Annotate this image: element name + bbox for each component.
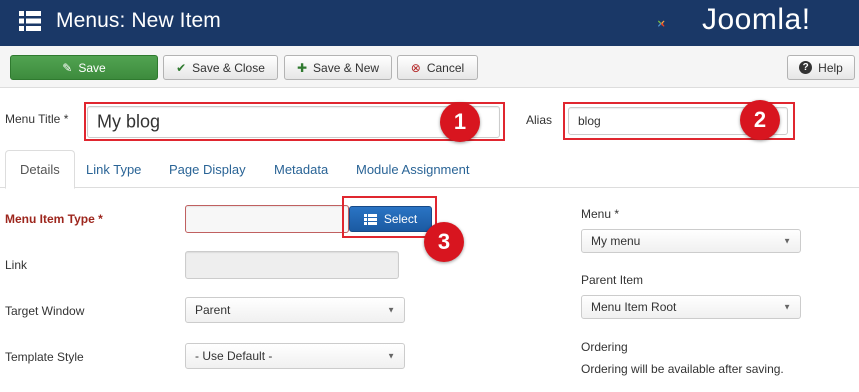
target-window-select[interactable]: Parent ▼ — [185, 297, 405, 323]
template-style-value: - Use Default - — [195, 349, 273, 363]
tab-details[interactable]: Details — [5, 150, 75, 189]
tab-module-assignment[interactable]: Module Assignment — [342, 150, 483, 188]
save-close-button-label: Save & Close — [192, 60, 265, 75]
chevron-down-icon: ▼ — [387, 351, 395, 361]
menu-item-type-label: Menu Item Type * — [5, 212, 103, 226]
cancel-button[interactable]: ⊗ Cancel — [397, 55, 478, 80]
joomla-logo-text: Joomla! — [702, 3, 811, 36]
chevron-down-icon: ▼ — [783, 302, 791, 312]
highlight-box-3 — [342, 196, 437, 238]
parent-item-label: Parent Item — [581, 273, 644, 287]
edit-icon: ✎ — [62, 60, 73, 75]
tab-link-type[interactable]: Link Type — [72, 150, 155, 188]
menu-title-label: Menu Title * — [5, 112, 69, 126]
target-window-value: Parent — [195, 303, 231, 317]
save-button[interactable]: ✎ Save — [10, 55, 158, 80]
save-close-button[interactable]: ✔ Save & Close — [163, 55, 278, 80]
alias-label: Alias — [526, 113, 553, 127]
help-button-label: Help — [818, 60, 843, 75]
parent-item-select[interactable]: Menu Item Root ▼ — [581, 295, 801, 319]
menu-select[interactable]: My menu ▼ — [581, 229, 801, 253]
menu-label: Menu * — [581, 207, 620, 221]
plus-icon: ✚ — [296, 60, 308, 75]
cancel-button-label: Cancel — [426, 60, 465, 75]
save-button-label: Save — [78, 60, 106, 75]
cancel-circle-icon: ⊗ — [410, 60, 421, 75]
annotation-badge-1: 1 — [440, 102, 480, 142]
annotation-badge-3: 3 — [424, 222, 464, 262]
menu-value: My menu — [591, 234, 641, 248]
annotation-badge-2: 2 — [740, 100, 780, 140]
link-label: Link — [5, 258, 28, 272]
save-new-button[interactable]: ✚ Save & New — [284, 55, 392, 80]
toolbar: ✎ Save ✔ Save & Close ✚ Save & New ⊗ Can… — [0, 46, 859, 88]
app-header: Menus: New Item Joomla! — [0, 0, 859, 46]
target-window-label: Target Window — [5, 304, 85, 318]
menu-list-icon — [19, 11, 41, 31]
menu-item-type-input[interactable] — [185, 205, 349, 233]
tab-page-display[interactable]: Page Display — [155, 150, 260, 188]
checkmark-icon: ✔ — [176, 60, 187, 75]
link-input — [185, 251, 399, 279]
ordering-note: Ordering will be available after saving. — [581, 362, 784, 376]
tab-bar: Details Link Type Page Display Metadata … — [0, 150, 859, 189]
parent-item-value: Menu Item Root — [591, 300, 677, 314]
ordering-label: Ordering — [581, 340, 628, 354]
template-style-label: Template Style — [5, 350, 84, 364]
chevron-down-icon: ▼ — [783, 236, 791, 246]
save-new-button-label: Save & New — [313, 60, 380, 75]
template-style-select[interactable]: - Use Default - ▼ — [185, 343, 405, 369]
tab-metadata[interactable]: Metadata — [260, 150, 342, 188]
help-button[interactable]: ? Help — [787, 55, 855, 80]
page-title: Menus: New Item — [56, 9, 221, 32]
joomla-logo-icon — [658, 20, 665, 27]
question-circle-icon: ? — [799, 61, 813, 74]
chevron-down-icon: ▼ — [387, 305, 395, 315]
